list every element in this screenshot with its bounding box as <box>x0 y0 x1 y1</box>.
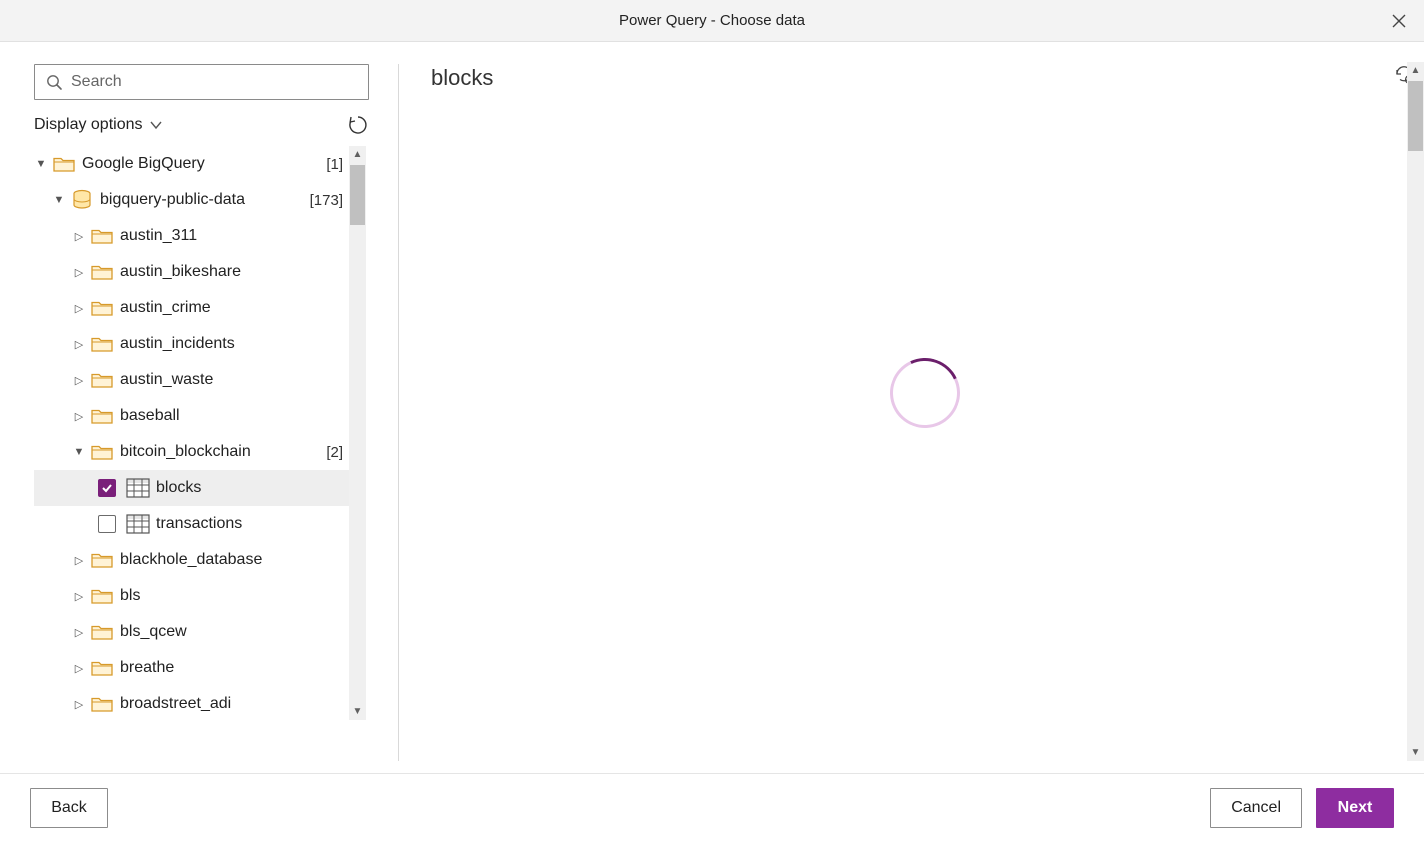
folder-icon <box>91 622 113 642</box>
tree-node-label: bigquery-public-data <box>100 191 306 209</box>
tree-node-label: austin_incidents <box>120 335 343 353</box>
tree-node-dataset[interactable]: ▷ breathe <box>34 650 349 686</box>
tree-node-label: broadstreet_adi <box>120 695 343 713</box>
dialog-footer: Back Cancel Next <box>0 773 1424 841</box>
caret-right-icon[interactable]: ▷ <box>72 266 86 279</box>
cancel-button[interactable]: Cancel <box>1210 788 1302 828</box>
navigator-pane: Display options ▼ Google BigQuery [1] ▼ <box>0 42 398 773</box>
tree-node-table-selected[interactable]: blocks <box>34 470 349 506</box>
tree-node-project[interactable]: ▼ bigquery-public-data [173] <box>34 182 349 218</box>
display-options-label: Display options <box>34 116 143 134</box>
caret-right-icon[interactable]: ▷ <box>72 554 86 567</box>
folder-icon <box>91 370 113 390</box>
folder-icon <box>91 226 113 246</box>
tree-node-label: austin_crime <box>120 299 343 317</box>
next-button[interactable]: Next <box>1316 788 1394 828</box>
preview-scrollbar[interactable]: ▲ ▼ <box>1407 62 1424 761</box>
back-button[interactable]: Back <box>30 788 108 828</box>
caret-right-icon[interactable]: ▷ <box>72 626 86 639</box>
tree-node-dataset[interactable]: ▷ bls_qcew <box>34 614 349 650</box>
folder-icon <box>91 694 113 714</box>
folder-icon <box>91 334 113 354</box>
folder-icon <box>91 586 113 606</box>
display-options-dropdown[interactable]: Display options <box>34 116 163 134</box>
search-input[interactable] <box>71 73 358 91</box>
tree-node-dataset-expanded[interactable]: ▼ bitcoin_blockchain [2] <box>34 434 349 470</box>
caret-right-icon[interactable]: ▷ <box>72 590 86 603</box>
search-icon <box>45 73 63 91</box>
folder-icon <box>91 262 113 282</box>
search-box[interactable] <box>34 64 369 100</box>
caret-down-icon[interactable]: ▼ <box>72 446 86 458</box>
folder-icon <box>91 406 113 426</box>
caret-right-icon[interactable]: ▷ <box>72 698 86 711</box>
tree-node-label: bls_qcew <box>120 623 343 641</box>
scrollbar-thumb[interactable] <box>1408 81 1423 151</box>
chevron-down-icon <box>149 118 163 132</box>
refresh-icon <box>347 114 369 136</box>
close-icon <box>1392 14 1406 28</box>
tree-node-label: baseball <box>120 407 343 425</box>
tree-node-dataset[interactable]: ▷ austin_311 <box>34 218 349 254</box>
folder-icon <box>91 658 113 678</box>
window-title: Power Query - Choose data <box>619 12 805 29</box>
preview-title: blocks <box>431 65 493 91</box>
folder-icon <box>91 298 113 318</box>
tree-node-dataset[interactable]: ▷ blackhole_database <box>34 542 349 578</box>
database-icon <box>71 189 93 211</box>
tree-node-label: blackhole_database <box>120 551 343 569</box>
table-icon <box>126 513 150 535</box>
tree-node-count: [2] <box>326 444 343 461</box>
preview-pane: blocks ▲ ▼ <box>399 42 1424 773</box>
tree-node-dataset[interactable]: ▷ austin_crime <box>34 290 349 326</box>
caret-right-icon[interactable]: ▷ <box>72 410 86 423</box>
tree-node-label: blocks <box>156 479 343 497</box>
table-checkbox[interactable] <box>98 515 116 533</box>
caret-right-icon[interactable]: ▷ <box>72 230 86 243</box>
caret-down-icon[interactable]: ▼ <box>52 194 66 206</box>
scroll-down-icon[interactable]: ▼ <box>1407 744 1424 761</box>
navigator-tree[interactable]: ▼ Google BigQuery [1] ▼ bigquery-public-… <box>34 146 349 720</box>
scroll-up-icon[interactable]: ▲ <box>349 146 366 163</box>
scrollbar-thumb[interactable] <box>350 165 365 225</box>
caret-right-icon[interactable]: ▷ <box>72 662 86 675</box>
scroll-down-icon[interactable]: ▼ <box>349 703 366 720</box>
titlebar: Power Query - Choose data <box>0 0 1424 42</box>
refresh-button[interactable] <box>347 114 369 136</box>
folder-icon <box>91 442 113 462</box>
table-checkbox[interactable] <box>98 479 116 497</box>
tree-node-dataset[interactable]: ▷ bls <box>34 578 349 614</box>
tree-node-dataset[interactable]: ▷ austin_waste <box>34 362 349 398</box>
tree-node-label: bitcoin_blockchain <box>120 443 322 461</box>
tree-node-table[interactable]: transactions <box>34 506 349 542</box>
tree-node-label: austin_waste <box>120 371 343 389</box>
folder-icon <box>53 154 75 174</box>
caret-right-icon[interactable]: ▷ <box>72 302 86 315</box>
tree-node-root[interactable]: ▼ Google BigQuery [1] <box>34 146 349 182</box>
caret-down-icon[interactable]: ▼ <box>34 158 48 170</box>
tree-node-count: [173] <box>310 192 343 209</box>
tree-node-dataset[interactable]: ▷ broadstreet_adi <box>34 686 349 720</box>
checkmark-icon <box>101 482 113 494</box>
loading-spinner-icon <box>880 348 970 438</box>
tree-node-label: austin_bikeshare <box>120 263 343 281</box>
tree-node-label: Google BigQuery <box>82 155 322 173</box>
table-icon <box>126 477 150 499</box>
folder-icon <box>91 550 113 570</box>
tree-node-label: bls <box>120 587 343 605</box>
tree-node-label: transactions <box>156 515 343 533</box>
navigator-scrollbar[interactable]: ▲ ▼ <box>349 146 366 720</box>
caret-right-icon[interactable]: ▷ <box>72 338 86 351</box>
tree-node-label: austin_311 <box>120 227 343 245</box>
tree-node-label: breathe <box>120 659 343 677</box>
tree-node-dataset[interactable]: ▷ austin_incidents <box>34 326 349 362</box>
tree-node-count: [1] <box>326 156 343 173</box>
close-button[interactable] <box>1386 8 1412 34</box>
caret-right-icon[interactable]: ▷ <box>72 374 86 387</box>
tree-node-dataset[interactable]: ▷ baseball <box>34 398 349 434</box>
scroll-up-icon[interactable]: ▲ <box>1407 62 1424 79</box>
tree-node-dataset[interactable]: ▷ austin_bikeshare <box>34 254 349 290</box>
